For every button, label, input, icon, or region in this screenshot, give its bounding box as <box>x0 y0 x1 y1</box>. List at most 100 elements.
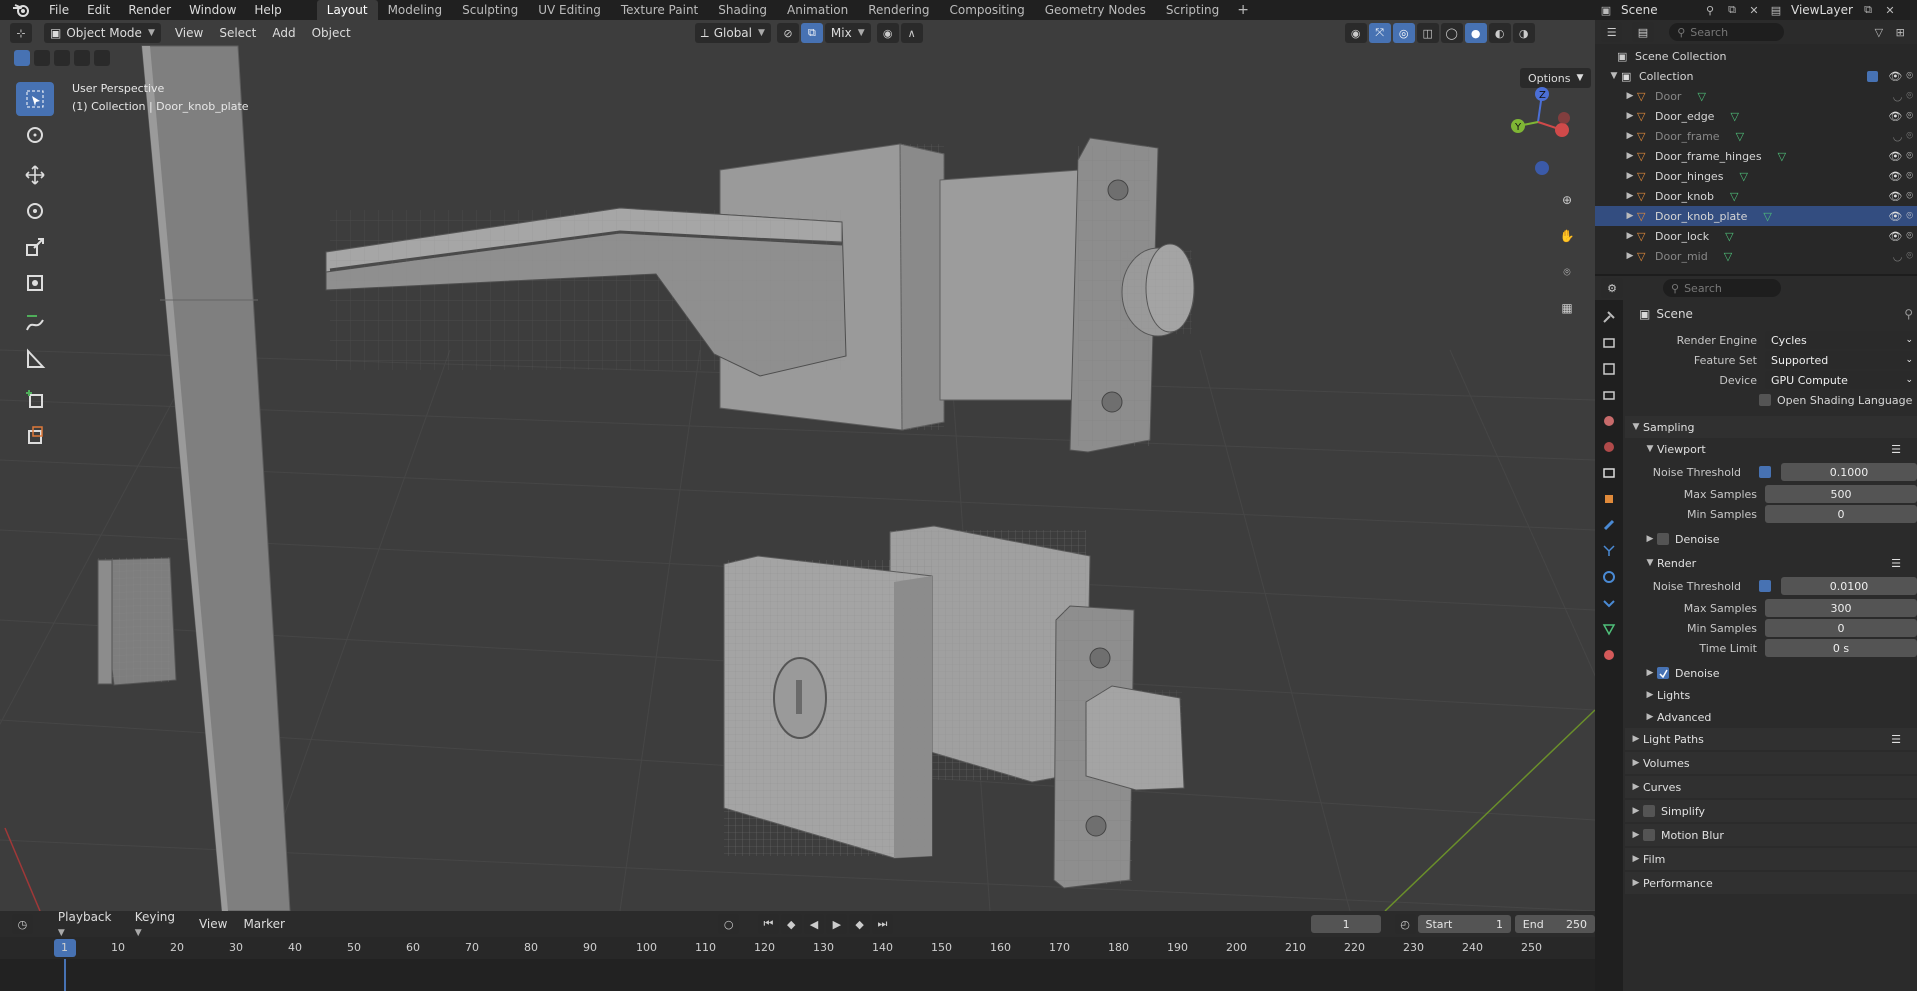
tab-scripting[interactable]: Scripting <box>1156 0 1229 20</box>
rotate-tool-icon[interactable] <box>16 194 54 228</box>
viewport-subpanel-header[interactable]: ▼ Viewport ☰ <box>1625 438 1917 460</box>
keying-menu[interactable]: Keying ▼ <box>127 910 191 938</box>
properties-editor-type-icon[interactable]: ⚙ <box>1601 278 1623 298</box>
camera-icon[interactable]: ⌾ <box>1906 89 1913 103</box>
delete-scene-icon[interactable]: ✕ <box>1743 1 1765 19</box>
snap-toggle-icon[interactable]: ⧉ <box>800 23 823 43</box>
camera-icon[interactable]: ⌾ <box>1906 69 1913 83</box>
outliner-item-door-hinges[interactable]: ▶ ▽ Door_hinges ▽ 👁 ⌾ <box>1595 166 1917 186</box>
properties-search-input[interactable]: ⚲ Search <box>1663 279 1781 297</box>
output-tab-icon[interactable] <box>1595 356 1623 382</box>
vp-min-samples-field[interactable]: 0 <box>1765 505 1917 523</box>
playback-menu[interactable]: Playback ▼ <box>50 910 127 938</box>
timeline-view-menu[interactable]: View <box>191 917 235 931</box>
data-tab-icon[interactable] <box>1595 616 1623 642</box>
simplify-panel[interactable]: ▶ Simplify <box>1625 800 1917 822</box>
camera-icon[interactable]: ⌾ <box>1906 169 1913 183</box>
menu-edit[interactable]: Edit <box>78 0 119 20</box>
feature-set-dropdown[interactable]: Supported ⌄ <box>1765 351 1917 369</box>
object-mode-dropdown[interactable]: ▣ Object Mode ▼ <box>44 23 161 43</box>
timeline-editor-type-icon[interactable]: ◷ <box>12 914 33 934</box>
add-cube-tool-icon[interactable] <box>16 382 54 416</box>
select-invert-icon[interactable] <box>74 50 90 66</box>
play-icon[interactable]: ▶ <box>826 914 848 934</box>
annotate-tool-icon[interactable] <box>16 306 54 340</box>
pin-icon[interactable]: ⚲ <box>1904 307 1913 321</box>
vp-noise-threshold-field[interactable]: 0.1000 <box>1781 463 1917 481</box>
scene-name-field[interactable]: Scene <box>1617 2 1699 18</box>
outliner-item-door-knob[interactable]: ▶ ▽ Door_knob ▽ 👁 ⌾ <box>1595 186 1917 206</box>
outliner-item-door-lock[interactable]: ▶ ▽ Door_lock ▽ 👁 ⌾ <box>1595 226 1917 246</box>
osl-checkbox[interactable] <box>1759 394 1771 406</box>
mesh-data-icon[interactable]: ▽ <box>1730 110 1738 123</box>
zoom-icon[interactable]: ⊕ <box>1553 186 1581 214</box>
device-dropdown[interactable]: GPU Compute ⌄ <box>1765 371 1917 389</box>
mesh-data-icon[interactable]: ▽ <box>1697 90 1705 103</box>
filter-icon[interactable]: ▽ <box>1868 23 1889 41</box>
vp-noise-threshold-checkbox[interactable] <box>1759 466 1771 478</box>
outliner-search-input[interactable]: ⚲ Search <box>1669 23 1785 41</box>
tab-animation[interactable]: Animation <box>777 0 858 20</box>
scene-icon[interactable]: ▣ <box>1595 1 1617 19</box>
start-frame-field[interactable]: Start 1 <box>1417 915 1511 933</box>
current-frame-field[interactable]: 1 <box>1310 915 1382 933</box>
play-reverse-icon[interactable]: ◀ <box>803 914 825 934</box>
material-shading-icon[interactable]: ◐ <box>1488 23 1511 43</box>
collection-row[interactable]: ▼ ▣ Collection 👁 ⌾ <box>1595 66 1917 86</box>
tab-sculpting[interactable]: Sculpting <box>452 0 528 20</box>
menu-render[interactable]: Render <box>119 0 180 20</box>
end-frame-field[interactable]: End 250 <box>1514 915 1596 933</box>
viewlayer-name-field[interactable]: ViewLayer <box>1787 2 1857 18</box>
eye-icon[interactable]: 👁 <box>1888 190 1902 203</box>
motion-blur-panel[interactable]: ▶ Motion Blur <box>1625 824 1917 846</box>
chevron-right-icon[interactable]: ▶ <box>1623 111 1637 121</box>
add-workspace-icon[interactable]: + <box>1229 2 1257 18</box>
render-engine-dropdown[interactable]: Cycles ⌄ <box>1765 331 1917 349</box>
jump-end-icon[interactable]: ⏭ <box>872 914 893 934</box>
mesh-data-icon[interactable]: ▽ <box>1736 130 1744 143</box>
pan-hand-icon[interactable]: ✋ <box>1553 222 1581 250</box>
measure-tool-icon[interactable] <box>16 342 54 376</box>
volumes-panel[interactable]: ▶ Volumes <box>1625 752 1917 774</box>
mesh-data-icon[interactable]: ▽ <box>1725 230 1733 243</box>
r-denoise-subpanel[interactable]: ▶ Denoise <box>1625 662 1917 684</box>
render-tab-icon[interactable] <box>1595 330 1623 356</box>
chevron-right-icon[interactable]: ▶ <box>1623 151 1637 161</box>
particles-tab-icon[interactable] <box>1595 538 1623 564</box>
eye-icon[interactable]: 👁 <box>1888 170 1902 183</box>
tab-rendering[interactable]: Rendering <box>858 0 939 20</box>
curves-panel[interactable]: ▶ Curves <box>1625 776 1917 798</box>
mesh-data-icon[interactable]: ▽ <box>1778 150 1786 163</box>
camera-icon[interactable]: ⌾ <box>1906 229 1913 243</box>
constraints-tab-icon[interactable] <box>1595 590 1623 616</box>
delete-viewlayer-icon[interactable]: ✕ <box>1879 1 1901 19</box>
sampling-panel-header[interactable]: ▼ Sampling <box>1625 416 1917 438</box>
tab-shading[interactable]: Shading <box>708 0 777 20</box>
vp-denoise-checkbox[interactable] <box>1657 533 1669 545</box>
chevron-right-icon[interactable]: ▶ <box>1623 171 1637 181</box>
jump-start-icon[interactable]: ⏮ <box>758 914 779 934</box>
wireframe-shading-icon[interactable]: ◯ <box>1440 23 1463 43</box>
outliner-item-door-frame[interactable]: ▶ ▽ Door_frame ▽ ◡ ⌾ <box>1595 126 1917 146</box>
eye-icon[interactable]: 👁 <box>1888 150 1902 163</box>
display-mode-icon[interactable]: ▤ <box>1632 22 1654 42</box>
falloff-icon[interactable]: ∧ <box>900 23 923 43</box>
new-collection-icon[interactable]: ⊞ <box>1890 23 1911 41</box>
tab-geometry-nodes[interactable]: Geometry Nodes <box>1035 0 1156 20</box>
camera-icon[interactable]: ⌾ <box>1906 209 1913 223</box>
film-panel[interactable]: ▶ Film <box>1625 848 1917 870</box>
render-subpanel-header[interactable]: ▼ Render ☰ <box>1625 552 1917 574</box>
select-box-tool-icon[interactable] <box>16 82 54 116</box>
chevron-down-icon[interactable]: ▼ <box>1607 71 1621 81</box>
vp-denoise-subpanel[interactable]: ▶ Denoise <box>1625 528 1917 550</box>
lights-subpanel[interactable]: ▶ Lights <box>1625 684 1917 706</box>
select-intersect-icon[interactable] <box>94 50 110 66</box>
marker-menu[interactable]: Marker <box>235 917 292 931</box>
mesh-data-icon[interactable]: ▽ <box>1763 210 1771 223</box>
list-icon[interactable]: ☰ <box>1891 733 1901 746</box>
tool-tab-icon[interactable] <box>1595 304 1623 330</box>
object-tool-icon[interactable] <box>16 418 54 452</box>
scene-tab-icon[interactable] <box>1595 408 1623 434</box>
eye-closed-icon[interactable]: ◡ <box>1893 250 1903 263</box>
r-min-samples-field[interactable]: 0 <box>1765 619 1917 637</box>
